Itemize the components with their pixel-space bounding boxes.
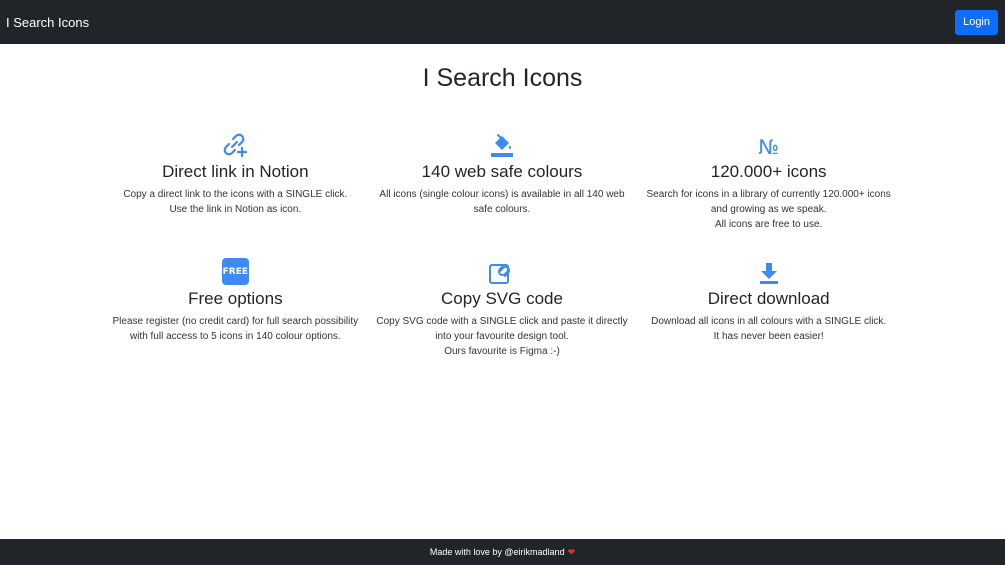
free-badge-icon: FREE (221, 257, 249, 285)
feature-icon-count: № 120.000+ icons Search for icons in a l… (635, 130, 902, 243)
page-title: I Search Icons (422, 64, 583, 92)
copy-link-icon (488, 257, 515, 285)
feature-description: Copy a direct link to the icons with a S… (123, 189, 348, 215)
navbar: I Search Icons Login (0, 0, 1005, 44)
heart-icon: ❤ (567, 546, 576, 557)
feature-title: 140 web safe colours (421, 162, 583, 181)
brand-link[interactable]: I Search Icons (6, 15, 89, 30)
login-button[interactable]: Login (955, 9, 998, 35)
numero-icon: № (758, 135, 780, 159)
feature-free-options: FREE Free options Please register (no cr… (102, 257, 369, 370)
feature-description: Copy SVG code with a SINGLE click and pa… (376, 316, 628, 357)
download-icon (758, 257, 780, 285)
footer: Made with love by @eirikmadland ❤ (0, 539, 1005, 565)
feature-description: Search for icons in a library of current… (646, 189, 891, 230)
feature-description: Download all icons in all colours with a… (651, 316, 887, 342)
feature-title: Copy SVG code (441, 289, 563, 308)
feature-title: Free options (188, 289, 283, 308)
features-grid: Direct link in Notion Copy a direct link… (102, 130, 902, 370)
footer-text: Made with love by @eirikmadland (429, 547, 565, 557)
feature-copy-svg: Copy SVG code Copy SVG code with a SINGL… (369, 257, 636, 370)
feature-title: Direct download (707, 289, 830, 308)
feature-title: 120.000+ icons (710, 162, 827, 181)
feature-description: All icons (single colour icons) is avail… (379, 189, 625, 215)
feature-direct-download: Direct download Download all icons in al… (635, 257, 902, 370)
feature-web-safe-colours: 140 web safe colours All icons (single c… (369, 130, 636, 243)
paint-bucket-icon (489, 130, 515, 158)
feature-direct-link: Direct link in Notion Copy a direct link… (102, 130, 369, 243)
link-plus-icon (222, 130, 248, 158)
feature-title: Direct link in Notion (162, 162, 309, 181)
feature-description: Please register (no credit card) for ful… (112, 316, 359, 342)
